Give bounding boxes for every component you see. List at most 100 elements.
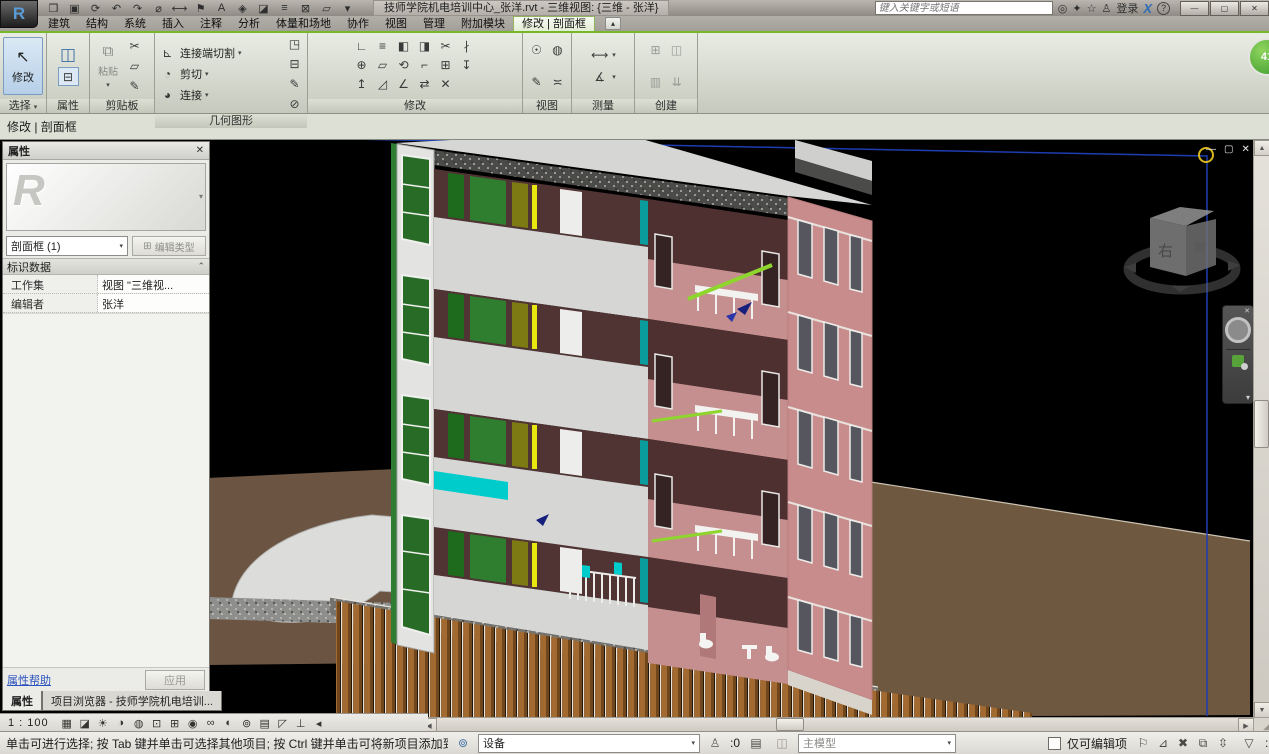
sign-in-label[interactable]: 登录 bbox=[1116, 0, 1138, 16]
collapse-icon[interactable]: ⌃ bbox=[197, 261, 205, 272]
crop-view-icon[interactable]: ⊡ bbox=[148, 716, 166, 731]
ribbon-tab[interactable]: 结构 bbox=[78, 17, 116, 31]
ribbon-tab[interactable]: 视图 bbox=[377, 17, 415, 31]
tab-project-browser[interactable]: 项目浏览器 - 技师学院机电培训... bbox=[42, 691, 222, 711]
panel-label-properties[interactable]: 属性 bbox=[47, 99, 89, 113]
steering-wheel-icon[interactable] bbox=[1225, 317, 1251, 343]
zoom-icon[interactable] bbox=[1232, 355, 1244, 367]
search-input[interactable] bbox=[875, 1, 1053, 15]
rotate-icon[interactable]: ⟲ bbox=[394, 57, 413, 74]
panel-label-select[interactable]: 选择 ▾ bbox=[0, 99, 46, 113]
shadows-icon[interactable]: ◑ bbox=[112, 716, 130, 731]
select-pinned-icon[interactable]: ✖ bbox=[1173, 735, 1193, 751]
pin-icon[interactable]: ↧ bbox=[457, 57, 476, 74]
design-options-icon[interactable]: ▤ bbox=[746, 735, 766, 751]
ribbon-tab[interactable]: 注释 bbox=[192, 17, 230, 31]
scale-icon[interactable]: ◿ bbox=[373, 76, 392, 93]
offset-icon[interactable]: ≡ bbox=[373, 38, 392, 55]
select-by-face-icon[interactable]: ⧉ bbox=[1193, 735, 1213, 751]
switch-windows-icon[interactable]: ▱ bbox=[317, 1, 336, 15]
paste-icon[interactable]: ⧉ bbox=[99, 43, 118, 60]
help-icon[interactable]: ? bbox=[1157, 2, 1170, 15]
copy-icon[interactable]: ▱ bbox=[125, 58, 144, 75]
wall-joins-icon[interactable]: ⊟ bbox=[285, 55, 304, 72]
align-icon[interactable]: ∟ bbox=[352, 38, 371, 55]
properties-palette-header[interactable]: 属性 ✕ bbox=[3, 142, 209, 160]
ribbon-tab-contextual[interactable]: 修改 | 剖面框 bbox=[513, 16, 595, 31]
paste-label[interactable]: 粘贴 bbox=[98, 63, 118, 78]
delete-icon[interactable]: ✕ bbox=[436, 76, 455, 93]
panel-label-clipboard[interactable]: 剪贴板 bbox=[90, 99, 154, 113]
array-icon[interactable]: ⊞ bbox=[436, 57, 455, 74]
ribbon-tab[interactable]: 插入 bbox=[154, 17, 192, 31]
apply-button[interactable]: 应用 bbox=[145, 670, 205, 690]
sign-in-icon[interactable]: ♙ bbox=[1101, 2, 1111, 15]
ribbon-tab[interactable]: 系统 bbox=[116, 17, 154, 31]
view-minimize-icon[interactable]: ― bbox=[1206, 144, 1216, 155]
thin-lines-icon[interactable]: ≡ bbox=[275, 1, 294, 15]
detail-level-icon[interactable]: ▦ bbox=[58, 716, 76, 731]
swap-icon[interactable]: ⇄ bbox=[415, 76, 434, 93]
cut-geometry-button[interactable]: ⊾ 连接端切割▾ bbox=[158, 44, 283, 62]
hide-elements-icon[interactable]: ☉ bbox=[527, 42, 546, 59]
displaced-elements-icon[interactable]: ◸ bbox=[274, 716, 292, 731]
sync-with-central-icon[interactable]: ⟳ bbox=[86, 1, 105, 15]
move-icon[interactable]: ⊕ bbox=[352, 57, 371, 74]
worksets-icon[interactable]: ⊚ bbox=[454, 735, 472, 751]
create-group-icon[interactable]: ⊞ bbox=[646, 42, 665, 59]
reveal-constraints-icon[interactable]: ⊥ bbox=[292, 716, 310, 731]
viewcube[interactable]: 右 前 bbox=[1124, 207, 1240, 292]
close-hidden-windows-icon[interactable]: ⊠ bbox=[296, 1, 315, 15]
tab-properties[interactable]: 属性 bbox=[2, 691, 42, 711]
close-icon[interactable]: ✕ bbox=[196, 145, 204, 156]
undo-icon[interactable]: ↶ bbox=[107, 1, 126, 15]
cut-button[interactable]: ◔ 剪切▾ bbox=[158, 65, 283, 83]
modify-button[interactable]: ↖ 修改 bbox=[3, 37, 43, 95]
navbar-menu-icon[interactable]: ▾ bbox=[1246, 393, 1250, 402]
minimize-button[interactable]: — bbox=[1180, 1, 1209, 16]
minimize-ribbon-button[interactable]: ▴ bbox=[605, 17, 621, 30]
ribbon-tab[interactable]: 管理 bbox=[415, 17, 453, 31]
create-assembly-icon[interactable]: ▥ bbox=[646, 74, 665, 91]
communication-center-icon[interactable]: ✦ bbox=[1072, 2, 1081, 15]
favorites-icon[interactable]: ☆ bbox=[1087, 2, 1097, 15]
render-icon[interactable]: ◍ bbox=[130, 716, 148, 731]
param-value[interactable]: 视图 "三维视... bbox=[98, 275, 209, 293]
temporary-view-properties-icon[interactable]: ▤ bbox=[256, 716, 274, 731]
lock-3d-view-icon[interactable]: ◉ bbox=[184, 716, 202, 731]
edit-type-button[interactable]: ⊞ 编辑类型 bbox=[132, 236, 206, 256]
customize-qat-icon[interactable]: ▾ bbox=[338, 1, 357, 15]
editable-only-checkbox[interactable] bbox=[1048, 737, 1061, 750]
reveal-hidden-elements-icon[interactable]: ◐ bbox=[220, 716, 238, 731]
editing-requests-icon[interactable]: ♙ bbox=[706, 735, 724, 751]
cut-profile-icon[interactable]: ≍ bbox=[548, 74, 567, 91]
select-underlay-icon[interactable]: ⊿ bbox=[1153, 735, 1173, 751]
ribbon-tab[interactable]: 建筑 bbox=[40, 17, 78, 31]
scroll-up-icon[interactable]: ▲ bbox=[1254, 140, 1269, 156]
ribbon-tab[interactable]: 附加模块 bbox=[453, 17, 513, 31]
param-value[interactable]: 张洋 bbox=[98, 294, 209, 312]
close-button[interactable]: ✕ bbox=[1240, 1, 1269, 16]
exchange-apps-icon[interactable]: X bbox=[1143, 1, 1152, 16]
trim-corner-icon[interactable]: ∠ bbox=[394, 76, 413, 93]
create-parts-icon[interactable]: ⇊ bbox=[667, 74, 686, 91]
family-types-icon[interactable]: ⊟ bbox=[58, 67, 79, 86]
tag-icon[interactable]: ⚑ bbox=[191, 1, 210, 15]
text-icon[interactable]: A bbox=[212, 1, 231, 15]
mirror-pick-axis-icon[interactable]: ◧ bbox=[394, 38, 413, 55]
ribbon-tab[interactable]: 协作 bbox=[339, 17, 377, 31]
aligned-dimension-icon[interactable]: ⟷ bbox=[170, 1, 189, 15]
view-close-icon[interactable]: ✕ bbox=[1241, 144, 1249, 155]
collapse-icon[interactable]: ◂ bbox=[310, 716, 328, 731]
unpin-icon[interactable]: ↥ bbox=[352, 76, 371, 93]
ribbon-tab[interactable]: 体量和场地 bbox=[268, 17, 339, 31]
dimension-button[interactable]: ∡▾ bbox=[590, 68, 616, 86]
beam-joins-icon[interactable]: ✎ bbox=[285, 75, 304, 92]
chevron-down-icon[interactable]: ▾ bbox=[199, 192, 203, 201]
filter-icon[interactable]: ▽ bbox=[1239, 735, 1259, 751]
navbar-close-icon[interactable]: ✕ bbox=[1244, 307, 1250, 315]
identity-data-header[interactable]: 标识数据 ⌃ bbox=[3, 258, 209, 275]
properties-icon[interactable]: ◫ bbox=[59, 46, 78, 63]
view-restore-icon[interactable]: ▢ bbox=[1224, 144, 1233, 155]
match-type-icon[interactable]: ✎ bbox=[125, 78, 144, 95]
